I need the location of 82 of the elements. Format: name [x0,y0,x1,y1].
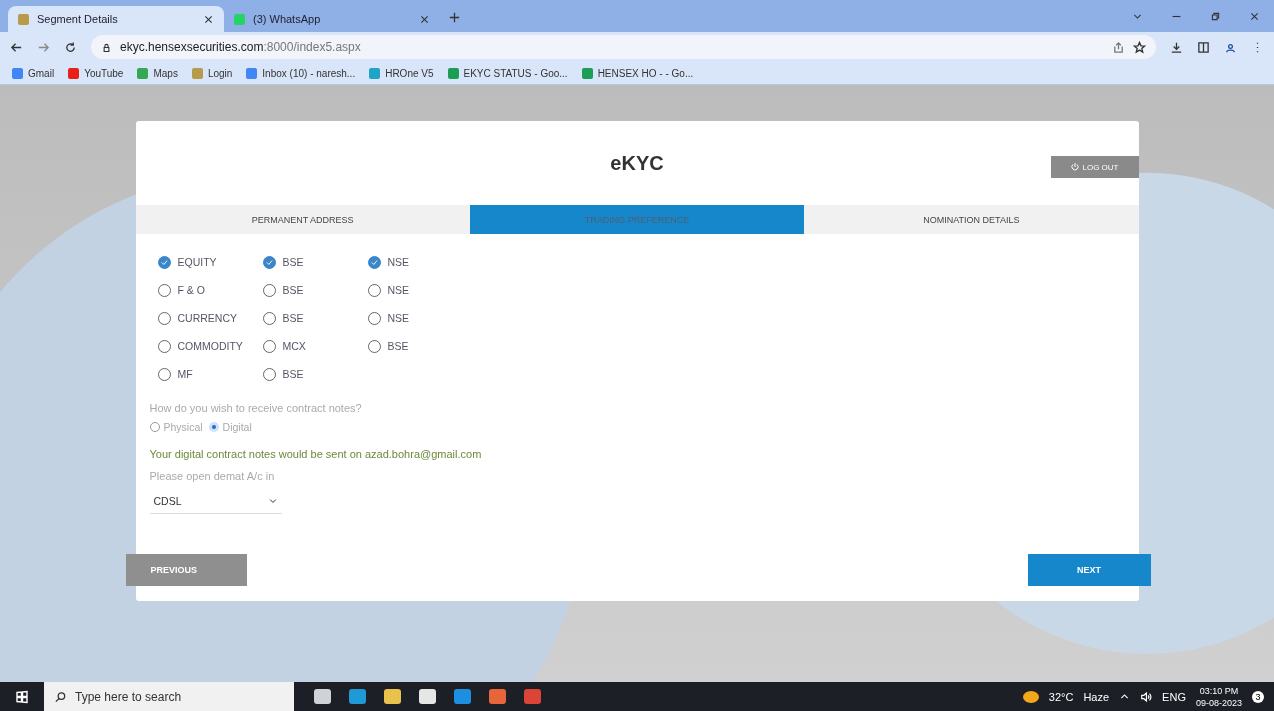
exchange-option[interactable]: BSE [367,339,473,353]
bookmark-link[interactable]: Login [191,67,233,79]
radio-button[interactable] [262,311,276,325]
lock-icon [101,41,112,53]
restore-icon[interactable] [1210,10,1221,22]
weather-text: Haze [1083,690,1110,703]
bookmark-link[interactable]: HENSEX HO - - Go... [581,67,694,79]
step-tab[interactable]: PERMANENT ADDRESS [135,205,470,234]
windows-start-icon[interactable] [15,689,29,704]
weather-icon[interactable] [1022,690,1039,703]
favicon-icon [447,67,459,79]
speaker-icon[interactable] [1140,690,1153,703]
radio-button[interactable] [157,339,171,353]
bookmark-link[interactable]: Maps [137,67,178,79]
star-icon[interactable] [1133,40,1146,54]
exchange-option[interactable]: MCX [262,339,368,353]
favicon-icon [369,67,381,79]
segment-option[interactable]: EQUITY [157,255,263,269]
segment-option[interactable]: MF [157,367,263,381]
browser-tab[interactable]: Segment Details [8,6,224,32]
download-icon[interactable] [1170,40,1183,54]
check-icon [159,257,169,267]
email-note: Your digital contract notes would be sent on azad.bohra@gmail.com [149,448,483,460]
radio-button[interactable] [157,283,171,297]
radio-button[interactable] [157,311,171,325]
bookmark-link[interactable]: EKYC STATUS - Goo... [447,67,568,79]
exchange-option[interactable]: NSE [367,283,473,297]
demat-label: Please open demat A/c in [149,470,276,482]
favicon-icon [18,13,29,25]
favicon-icon [581,67,593,79]
radio-button[interactable] [157,367,171,381]
favicon-icon [234,13,245,25]
address-bar[interactable]: ekyc.hensexsecurities.com:8000/index5.aspx [91,35,1156,59]
temperature-text: 32°C [1048,690,1074,703]
check-icon [264,257,274,267]
radio-button[interactable] [367,339,381,353]
radio-button[interactable] [262,283,276,297]
close-icon[interactable] [419,13,430,25]
exchange-option[interactable]: BSE [262,255,368,269]
check-icon [369,257,379,267]
reload-icon[interactable] [64,40,77,54]
segment-option[interactable]: F & O [157,283,263,297]
favicon-icon [137,67,149,79]
question-text: How do you wish to receive contract notes? [149,402,363,414]
taskbar-search-field[interactable]: Type here to search [44,682,294,711]
radio-button[interactable] [367,255,381,269]
power-icon [1070,162,1081,172]
share-icon[interactable] [1112,40,1125,54]
side-panel-icon[interactable] [1197,40,1210,54]
close-icon[interactable] [203,13,214,25]
clock[interactable]: 03:10 PM 09-08-2023 [1195,684,1242,709]
close-icon[interactable] [1249,10,1260,22]
language-indicator[interactable]: ENG [1162,690,1186,703]
bookmark-link[interactable]: YouTube [68,67,124,79]
exchange-option[interactable]: NSE [367,255,473,269]
favicon-icon [191,67,203,79]
next-button[interactable]: NEXT [1027,554,1151,586]
demat-select[interactable]: CDSL [149,488,282,514]
favicon-icon [12,67,23,79]
favicon-icon [246,67,258,79]
exchange-option[interactable]: BSE [262,367,368,381]
step-tab[interactable]: NOMINATION DETAILS [804,205,1139,234]
segment-option[interactable]: CURRENCY [157,311,263,325]
exchange-option[interactable]: BSE [262,283,368,297]
search-icon [54,690,67,703]
exchange-option[interactable]: NSE [367,311,473,325]
browser-tab[interactable]: (3) WhatsApp [224,6,440,32]
segment-option[interactable]: COMMODITY [157,339,263,353]
radio-button[interactable] [157,255,171,269]
radio-button[interactable] [367,283,381,297]
exchange-option[interactable]: BSE [262,311,368,325]
radio-button[interactable] [262,255,276,269]
radio-button[interactable] [367,311,381,325]
notification-badge[interactable]: 3 [1252,690,1264,703]
radio-button[interactable] [262,367,276,381]
bookmark-link[interactable]: Inbox (10) - naresh... [246,67,356,79]
new-tab-icon[interactable] [448,11,461,24]
favicon-icon [68,67,80,79]
bookmark-link[interactable]: HROne V5 [369,67,434,79]
radio-button[interactable] [262,339,276,353]
bookmark-link[interactable]: Gmail [12,67,55,79]
page-title: eKYC [610,151,664,175]
